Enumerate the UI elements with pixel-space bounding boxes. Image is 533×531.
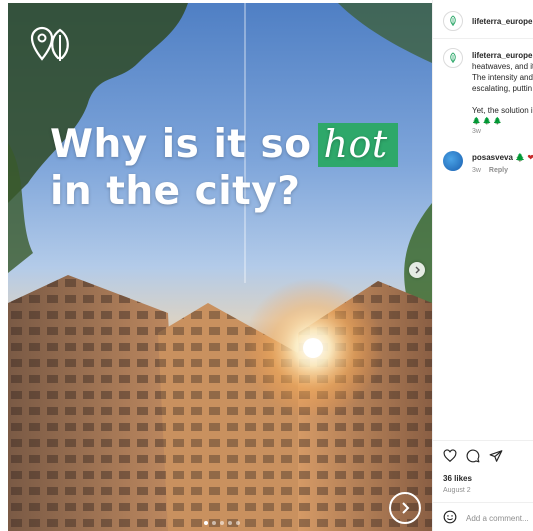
slide-next-arrow[interactable] xyxy=(389,492,421,524)
comment-meta: 3w Reply xyxy=(472,167,508,174)
carousel-dot xyxy=(220,521,224,525)
paper-plane-icon[interactable] xyxy=(489,449,503,463)
chevron-right-icon xyxy=(415,266,420,274)
reply-button[interactable]: Reply xyxy=(489,167,508,174)
lifeterra-logo-icon xyxy=(450,15,456,26)
caption-line: escalating, puttin xyxy=(472,84,533,93)
carousel-dot xyxy=(212,521,216,525)
heart-icon[interactable] xyxy=(443,449,457,463)
caption-line: The intensity and xyxy=(472,73,533,82)
post-actions xyxy=(443,449,503,463)
headline-line-1: Why is it so xyxy=(50,122,312,167)
like-count[interactable]: 36 likes xyxy=(443,474,472,483)
carousel-dot xyxy=(228,521,232,525)
caption-avatar[interactable] xyxy=(443,48,463,68)
smiley-icon[interactable] xyxy=(443,510,457,524)
lifeterra-logo-icon xyxy=(450,52,456,63)
caption-emojis: 🌲 🌲 🌲 xyxy=(472,118,503,125)
caption-line: Yet, the solution i xyxy=(472,106,533,115)
city-photo xyxy=(8,3,432,531)
header-divider xyxy=(433,38,533,39)
comment-text: 🌲 ❤ xyxy=(515,153,533,162)
carousel-dot xyxy=(204,521,208,525)
commenter-avatar[interactable] xyxy=(443,151,463,171)
headline-line-2: in the city? xyxy=(50,169,301,214)
post-date: August 2 xyxy=(443,487,471,494)
caption-line: heatwaves, and it xyxy=(472,62,533,71)
chevron-right-icon xyxy=(402,502,410,514)
header-username[interactable]: lifeterra_europe xyxy=(472,17,532,26)
caption-time: 3w xyxy=(472,128,481,135)
add-comment-input[interactable]: Add a comment... xyxy=(466,514,529,523)
headline-highlight: hot xyxy=(317,123,398,167)
lifeterra-logo-icon xyxy=(30,26,69,61)
comment-row: posasveva 🌲 ❤ xyxy=(472,153,533,162)
caption-text: heatwaves, and it The intensity and esca… xyxy=(472,61,533,127)
carousel-next-button[interactable] xyxy=(409,262,425,278)
post-media[interactable]: Why is it so hot in the city? xyxy=(8,3,432,531)
comment-box-divider xyxy=(433,502,533,503)
comment-time: 3w xyxy=(472,167,481,174)
post-details-panel: lifeterra_europe lifeterra_europe heatwa… xyxy=(432,0,533,531)
comment-username[interactable]: posasveva xyxy=(472,153,513,162)
comment-bubble-icon[interactable] xyxy=(466,449,480,463)
author-avatar[interactable] xyxy=(443,11,463,31)
post-headline: Why is it so hot in the city? xyxy=(50,121,398,215)
caption-username[interactable]: lifeterra_europe xyxy=(472,51,532,60)
carousel-dot xyxy=(236,521,240,525)
carousel-dots xyxy=(204,521,240,525)
footer-divider xyxy=(433,440,533,441)
